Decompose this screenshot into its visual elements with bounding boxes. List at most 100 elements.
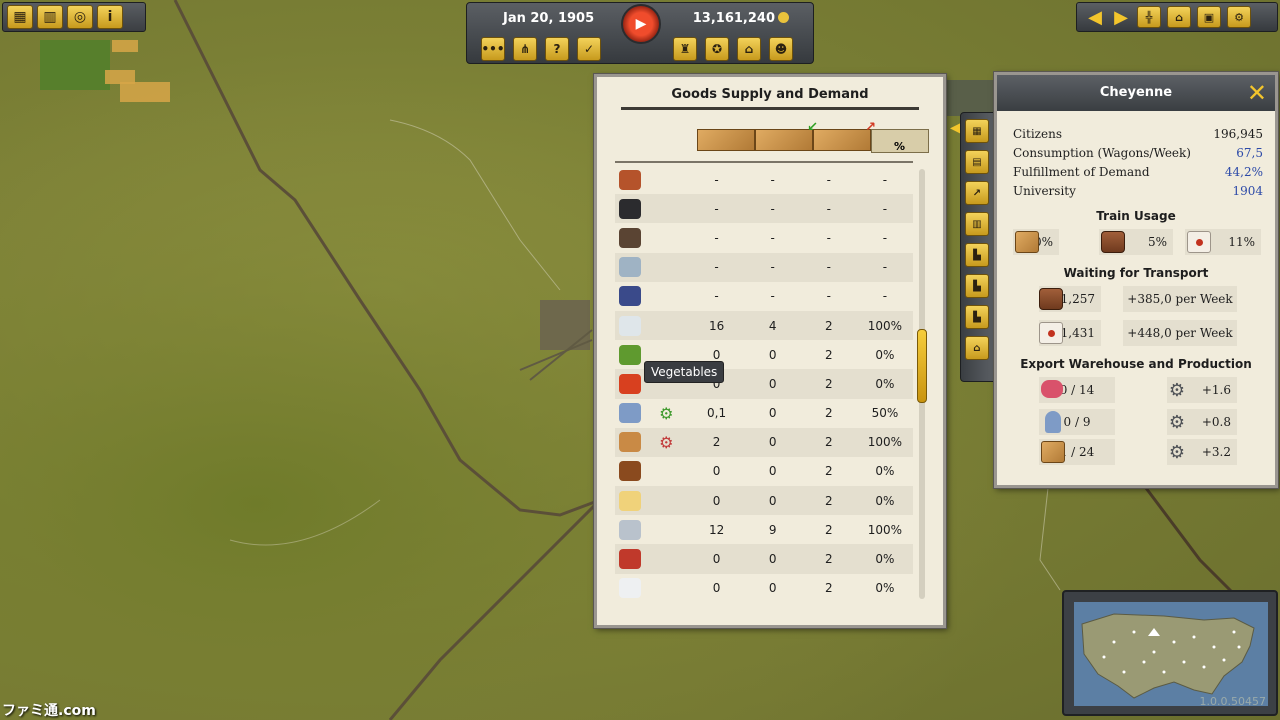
tab-city-hall[interactable]: ⌂ [965, 336, 989, 360]
next-arrow-icon[interactable]: ▶ [1111, 7, 1131, 28]
export-value: 2 [824, 347, 833, 362]
goods-supply-demand-panel: Goods Supply and Demand % - - - - - - - - - - - - - -… [594, 74, 946, 628]
tab-statistics[interactable]: ↗ [965, 181, 989, 205]
goods-row[interactable]: 0 0 2 0% [615, 544, 913, 574]
city-stats: Citizens 196,945 Consumption (Wagons/Week… [1013, 127, 1263, 203]
export-value: 2 [824, 522, 833, 537]
gears-icon: ⚙ [1168, 411, 1186, 433]
build-station-button[interactable]: ⌂ [1167, 6, 1191, 28]
goods-row[interactable]: ---- [615, 282, 913, 311]
percent-value: 50% [871, 406, 899, 421]
tab-buildings-4[interactable]: ▙ [965, 305, 989, 329]
goods-row[interactable]: ---- [615, 165, 913, 194]
goods-row[interactable]: 0 0 2 0% [615, 574, 913, 603]
competitors-button[interactable]: ☻ [769, 37, 793, 61]
bricks-icon [618, 169, 641, 190]
tab-passengers[interactable]: ▤ [965, 150, 989, 174]
finance-button[interactable]: ▥ [37, 5, 63, 29]
supply-value: 0 [712, 581, 721, 596]
goods-row[interactable]: ---- [615, 252, 913, 282]
gears-icon: ⚙ [1168, 441, 1186, 463]
goods-row[interactable]: ⚙ 2 0 2 100% [615, 427, 913, 457]
main-menu-row: ••• ⋔ ? ✓ ♜ ✪ ⌂ ☻ [481, 37, 793, 61]
import-value: 0 [768, 347, 777, 362]
import-value: 0 [768, 464, 777, 479]
export-value: - [826, 260, 831, 275]
stat-fulfillment: Fulfillment of Demand 44,2% [1013, 165, 1263, 179]
goods-row[interactable]: 12 9 2 100% [615, 515, 913, 544]
goods-row[interactable]: ---- [615, 223, 913, 252]
info-button[interactable]: i [97, 5, 123, 29]
import-value: 4 [768, 318, 777, 333]
export-value: - [826, 172, 831, 187]
help-button[interactable]: ? [545, 37, 569, 61]
previous-arrow-icon[interactable]: ◀ [1085, 7, 1105, 28]
import-value: - [770, 201, 775, 216]
settings-button[interactable]: ⚙ [1227, 6, 1251, 28]
export-title: Export Warehouse and Production [1020, 357, 1252, 371]
tab-goods[interactable]: ▦ [965, 119, 989, 143]
company-overview-button[interactable]: ▦ [7, 5, 33, 29]
export-value: 2 [824, 406, 833, 421]
more-button[interactable]: ••• [481, 37, 505, 61]
clothes-icon [1045, 411, 1061, 433]
tycoon-button[interactable]: ♜ [673, 37, 697, 61]
suitcase-icon [1101, 231, 1125, 253]
export-value: - [826, 289, 831, 304]
crate-icon [1041, 441, 1065, 463]
money-display: 13,161,240 [693, 11, 789, 26]
minimap[interactable]: 1.0.0.50457 [1062, 590, 1278, 716]
clothes-icon [618, 403, 641, 424]
goods-scrollbar[interactable] [917, 169, 927, 599]
goods-row[interactable]: ---- [615, 194, 913, 224]
network-button[interactable]: ⋔ [513, 37, 537, 61]
supply-value: 0 [712, 347, 721, 362]
export-value: 2 [824, 318, 833, 333]
train-usage-title: Train Usage [1096, 209, 1176, 223]
minimap-view[interactable] [1074, 602, 1268, 706]
percent-value: - [882, 201, 888, 216]
ranking-button[interactable]: ✪ [705, 37, 729, 61]
import-value: 0 [768, 406, 777, 421]
paper-roll-icon [618, 578, 641, 599]
build-track-button[interactable]: ╬ [1137, 6, 1161, 28]
track-icon: ╬ [1145, 10, 1153, 24]
city-hall-icon: ⌂ [973, 342, 981, 354]
goods-row[interactable]: ⚙ 0,1 0 2 50% [615, 399, 913, 428]
export-value: - [826, 230, 831, 245]
suitcase-icon: ▤ [972, 156, 982, 168]
goods-row[interactable]: 0 0 2 0% [615, 486, 913, 516]
factory-icon: ▙ [973, 249, 981, 261]
column-percent: % [871, 129, 929, 153]
tooltip: Vegetables [644, 361, 725, 383]
iron-ore-icon [618, 227, 641, 248]
tab-buildings-3[interactable]: ▙ [965, 274, 989, 298]
build-depot-button[interactable]: ▣ [1197, 6, 1221, 28]
factory-icon: ▙ [973, 311, 981, 323]
panel-title: Goods Supply and Demand [671, 87, 869, 102]
coin-icon [778, 12, 789, 23]
goods-row[interactable]: 0 0 2 0% [615, 457, 913, 486]
tab-buildings-2[interactable]: ▙ [965, 243, 989, 267]
percent-value: - [882, 172, 888, 187]
import-value: 9 [768, 522, 777, 537]
building-icon: ▥ [43, 9, 57, 25]
percent-value: 0% [875, 493, 895, 508]
close-icon[interactable]: ✕ [1247, 79, 1267, 107]
chart-icon: ↗ [972, 187, 982, 199]
trains-button[interactable]: ◎ [67, 5, 93, 29]
goods-row[interactable]: 16 4 2 100% [615, 310, 913, 341]
scroll-percent-icon: % [871, 129, 929, 153]
tasks-button[interactable]: ✓ [577, 37, 601, 61]
percent-value: 100% [867, 318, 903, 333]
stations-button[interactable]: ⌂ [737, 37, 761, 61]
tab-buildings-1[interactable]: ▥ [965, 212, 989, 236]
percent-value: 0% [875, 347, 895, 362]
version-label: 1.0.0.50457 [1199, 695, 1266, 708]
percent-value: - [882, 260, 888, 275]
mail-icon [1187, 231, 1211, 253]
watermark: ファミ通.com [2, 703, 96, 719]
scrollbar-thumb[interactable] [917, 329, 927, 403]
supply-value: 16 [708, 318, 725, 333]
import-value: - [770, 260, 775, 275]
